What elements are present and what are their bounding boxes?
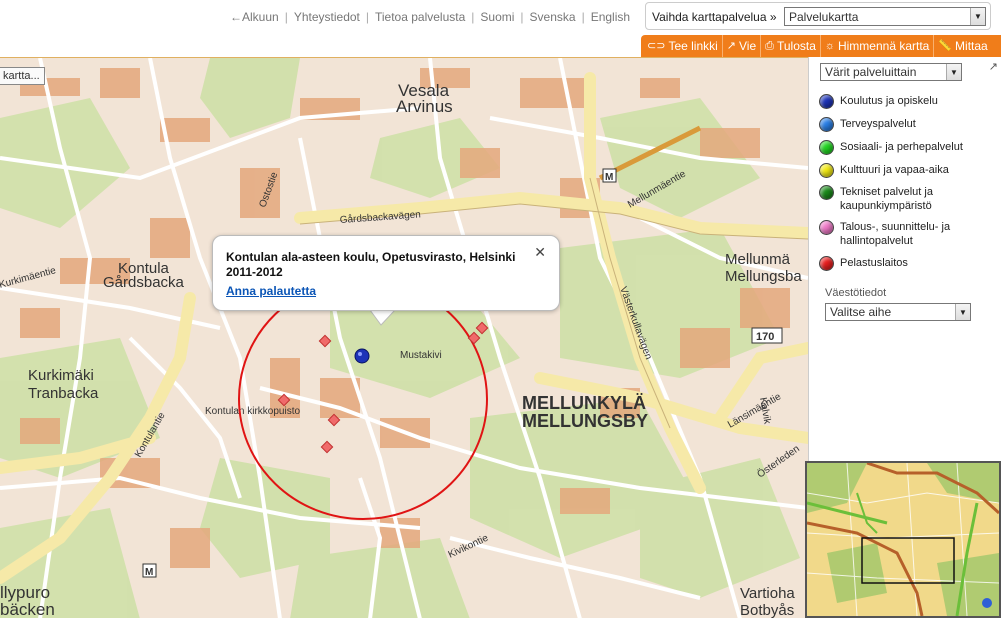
legend-dot-icon (819, 256, 834, 271)
contact-link[interactable]: Yhteystiedot (294, 10, 360, 24)
make-link-button[interactable]: ⊂⊃ Tee linkki (641, 35, 722, 57)
svg-text:M: M (145, 567, 153, 578)
print-icon: ⎙ (765, 40, 774, 52)
legend-item-education: Koulutus ja opiskelu (819, 94, 938, 109)
population-label: Väestötiedot (825, 287, 887, 299)
export-button[interactable]: ↗ Vie (721, 35, 760, 57)
lang-en-link[interactable]: English (591, 10, 630, 24)
place-label-kurkimaki: Kurkimäki (28, 367, 94, 384)
metro-station-icon: M (142, 563, 157, 578)
link-icon: ⊂⊃ (647, 40, 666, 52)
legend-dot-icon (819, 140, 834, 155)
print-button[interactable]: ⎙ Tulosta (760, 35, 820, 57)
place-label-mellungsbacka: Mellungsba (725, 268, 802, 285)
legend-item-culture: Kulttuuri ja vapaa-aika (819, 163, 949, 178)
legend-panel: Värit palveluittain ▼ ↗ Koulutus ja opis… (808, 57, 1001, 461)
place-label-mellungsby: MELLUNGSBY (522, 411, 648, 431)
map-canvas[interactable]: Gårdsbackavägen Kontulantie Västerkullav… (0, 57, 808, 618)
ruler-icon: 📏 (938, 40, 953, 52)
svg-text:M: M (605, 172, 613, 183)
legend-item-administration: Talous-, suunnittelu- ja hallintopalvelu… (819, 220, 989, 248)
road-label-osterleden: Österleden (755, 443, 802, 481)
svg-text:170: 170 (756, 331, 774, 343)
population-select[interactable]: Valitse aihe ▼ (825, 303, 971, 321)
close-icon[interactable]: ✕ (534, 244, 546, 261)
service-select[interactable]: Palvelukartta ▼ (784, 7, 986, 26)
label-mustakivi: Mustakivi (400, 350, 442, 361)
map-popup: Kontulan ala-asteen koulu, Opetusvirasto… (212, 235, 560, 311)
export-arrow-icon: ↗ (726, 40, 737, 52)
chevron-down-icon: ▼ (970, 8, 985, 25)
dim-map-button[interactable]: ☼ Himmennä kartta (819, 35, 933, 57)
place-label-kvarnbacken: bäcken (0, 600, 55, 618)
legend-dot-icon (819, 163, 834, 178)
left-arrow-icon: ← (230, 10, 242, 24)
label-kontulan-kirkkopuisto: Kontulan kirkkopuisto (205, 406, 300, 417)
legend-dot-icon (819, 185, 834, 200)
place-label-mellunmaki: Mellunmä (725, 251, 791, 268)
place-label-botbyas: Botbyås (740, 602, 794, 618)
map-toolbar: ⊂⊃ Tee linkki ↗ Vie ⎙ Tulosta ☼ Himmennä kar… (641, 35, 1001, 57)
service-switcher-label: Vaihda karttapalvelua » (652, 10, 777, 24)
place-label-tranbacka: Tranbacka (28, 385, 99, 402)
place-label-mellunkyla: MELLUNKYLÄ (522, 393, 646, 413)
place-label-vartioha: Vartioha (740, 585, 795, 602)
map-base: Gårdsbackavägen Kontulantie Västerkullav… (0, 58, 808, 618)
popup-title: Kontulan ala-asteen koulu, Opetusvirasto… (226, 250, 516, 279)
lang-fi-link[interactable]: Suomi (480, 10, 514, 24)
place-label-gardsbacka: Gårdsbacka (103, 274, 185, 291)
service-switcher: Vaihda karttapalvelua » Palvelukartta ▼ (645, 2, 991, 30)
sun-icon: ☼ (824, 40, 835, 52)
legend-dot-icon (819, 220, 834, 235)
map-back-button[interactable]: kartta... (0, 67, 45, 85)
collapse-icon[interactable]: ↗ (989, 60, 998, 73)
overview-minimap[interactable] (805, 461, 1001, 618)
chevron-down-icon: ▼ (946, 64, 961, 80)
feedback-link[interactable]: Anna palautetta (226, 284, 316, 298)
measure-button[interactable]: 📏 Mittaa (933, 35, 991, 57)
about-link[interactable]: Tietoa palvelusta (375, 10, 465, 24)
chevron-down-icon: ▼ (955, 304, 970, 320)
top-links: ←Alkuun | Yhteystiedot | Tietoa palvelusta | S… (230, 10, 631, 24)
road-number-shield: 170 (751, 327, 783, 344)
place-label-arvinus: Arvinus (396, 97, 453, 116)
legend-item-technical: Tekniset palvelut ja kaupunkiympäristö (819, 185, 989, 213)
home-link[interactable]: ←Alkuun (230, 10, 279, 24)
road-label-kurkimaentie: Kurkimäentie (0, 265, 58, 291)
legend-item-rescue: Pelastuslaitos (819, 256, 908, 271)
legend-dot-icon (819, 117, 834, 132)
selected-school-marker[interactable] (354, 348, 370, 364)
lang-sv-link[interactable]: Svenska (530, 10, 576, 24)
legend-item-social: Sosiaali- ja perhepalvelut (819, 140, 963, 155)
legend-item-health: Terveyspalvelut (819, 117, 916, 132)
legend-dot-icon (819, 94, 834, 109)
metro-station-icon: M (602, 168, 617, 183)
color-mode-select[interactable]: Värit palveluittain ▼ (820, 63, 962, 81)
minimap-drawing (807, 463, 999, 616)
top-navigation: ←Alkuun | Yhteystiedot | Tietoa palvelusta | S… (0, 0, 1001, 36)
